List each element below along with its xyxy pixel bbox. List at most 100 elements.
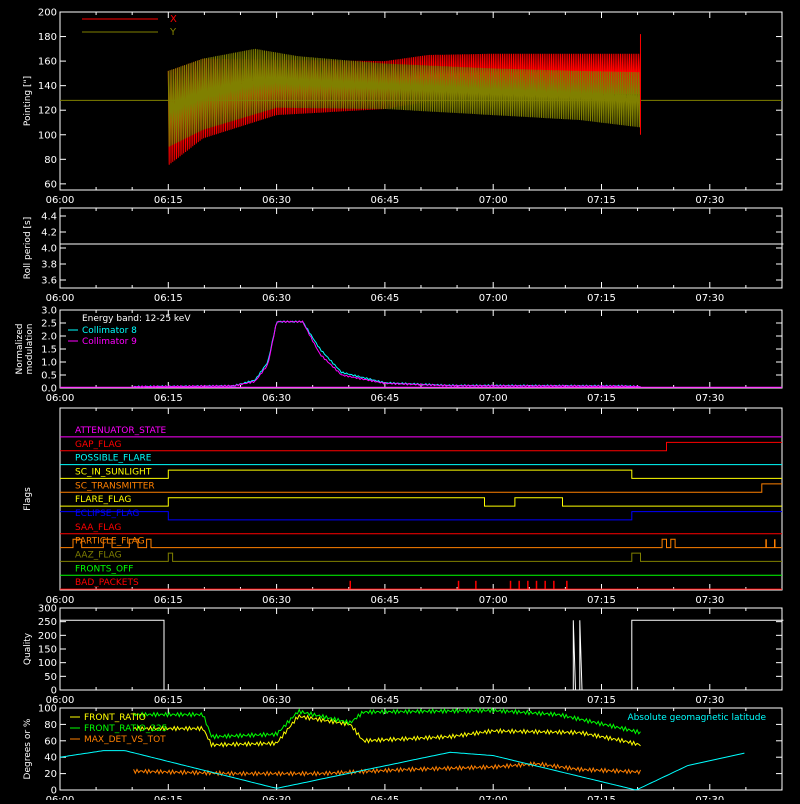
panel-4-ytick-label: 300 <box>38 604 57 615</box>
panel-3-xtick-label: 06:30 <box>262 595 291 606</box>
panel-5-ytick-label: 40 <box>44 753 57 764</box>
flag-label: GAP_FLAG <box>75 440 121 450</box>
panel-1-xtick-label: 07:00 <box>479 293 508 304</box>
legend-label: Collimator 9 <box>82 337 137 347</box>
flag-line <box>60 483 782 493</box>
chart-figure: 06:00 06:15 06:30 06:45 07:00 07:15 07:30 Point… <box>0 0 800 804</box>
panel-1-frame <box>59 207 783 289</box>
panel-3-xtick-label: 07:30 <box>695 595 724 606</box>
panel-5-ytick-label: 0 <box>51 786 57 797</box>
panel-2-ytick-label: 0.5 <box>41 371 57 382</box>
panel-3-ylabel: Flags <box>23 487 33 511</box>
panel-0-xtick-label: 06:45 <box>370 195 399 206</box>
panel-4-ytick-label: 100 <box>38 658 57 669</box>
panel-2-ytick-label: 2.5 <box>41 319 57 330</box>
flag-line <box>60 511 782 521</box>
panel-1-ytick-label: 3.6 <box>41 276 57 287</box>
flag-label: AAZ_FLAG <box>75 551 122 561</box>
panel-3-xtick-label: 07:00 <box>479 595 508 606</box>
panel-2-ytick-label: 3.0 <box>41 306 57 317</box>
flag-label: SAA_FLAG <box>75 523 121 533</box>
panel-4-xtick-label: 07:30 <box>695 695 724 706</box>
panel-2-ylabel: Normalized <box>15 323 25 374</box>
flag-label: SC_IN_SUNLIGHT <box>75 468 152 478</box>
flag-label: BAD_PACKETS <box>75 578 139 588</box>
flag-label: PARTICLE_FLAG <box>75 537 145 547</box>
panel-4-ylabel: Quality <box>23 632 33 665</box>
panel-5-xtick-label: 07:30 <box>695 795 724 800</box>
panel-1-xtick-label: 07:30 <box>695 293 724 304</box>
panel-0-ytick-label: 180 <box>38 32 57 43</box>
panel-2-xtick-label: 06:00 <box>46 393 75 404</box>
panel-0-xtick-label: 07:30 <box>695 195 724 206</box>
panel-0-xtick-label: 06:15 <box>154 195 183 206</box>
flag-label: SC_TRANSMITTER <box>75 481 155 491</box>
legend-label-y: Y <box>169 27 177 38</box>
panel-5-xtick-label: 07:00 <box>479 795 508 800</box>
panel-2-xtick-label: 06:15 <box>154 393 183 404</box>
panel-4-xtick-label: 06:15 <box>154 695 183 706</box>
panel-2-ytick-label: 1.0 <box>41 358 57 369</box>
flag-line <box>60 552 782 562</box>
panel-5-ytick-label: 60 <box>44 736 57 747</box>
panel-4-series-line <box>60 619 784 691</box>
panel-5-ylabel: Degrees or % <box>23 718 33 779</box>
annotation-energy-band: Energy band: 12-25 keV <box>82 314 191 324</box>
panel-5-xtick-label: 06:45 <box>370 795 399 800</box>
panel-5-ytick-label: 100 <box>38 704 57 715</box>
legend-label: FRONT_RATIO_225 <box>84 724 168 734</box>
panel-2-xtick-label: 07:00 <box>479 393 508 404</box>
panel-2-series-line <box>133 320 641 389</box>
panel-1-xtick-label: 07:15 <box>587 293 616 304</box>
panel-0-ylabel: Pointing ["] <box>23 76 33 126</box>
panel-5-xtick-label: 06:15 <box>154 795 183 800</box>
panel-1-xtick-label: 06:00 <box>46 293 75 304</box>
panel-4-ytick-label: 0 <box>51 686 57 697</box>
panel-2-ytick-label: 0.0 <box>41 384 57 395</box>
panel-4-xtick-label: 06:45 <box>370 695 399 706</box>
legend-label: FRONT_RATIO <box>84 713 146 723</box>
panel-4-xtick-label: 07:15 <box>587 695 616 706</box>
panel-1-xtick-label: 06:30 <box>262 293 291 304</box>
panel-0-ytick-label: 200 <box>38 8 57 19</box>
panel-0-xtick-label: 06:00 <box>46 195 75 206</box>
panel-0-ytick-label: 80 <box>44 155 57 166</box>
flag-label: ECLIPSE_FLAG <box>75 509 139 519</box>
panel-0-ytick-label: 60 <box>44 179 57 190</box>
flag-line <box>60 497 782 507</box>
panel-0-xtick-label: 06:30 <box>262 195 291 206</box>
panel-0-ytick-label: 120 <box>38 106 57 117</box>
panel-1-xtick-label: 06:45 <box>370 293 399 304</box>
panel-2-ylabel-2: modulation <box>25 324 35 375</box>
panel-2-ytick-label: 1.5 <box>41 345 57 356</box>
panel-0-ytick-label: 140 <box>38 81 57 92</box>
legend-label-x: X <box>170 14 177 25</box>
panel-5-series-line <box>133 707 641 740</box>
panel-2-ytick-label: 2.0 <box>41 332 57 343</box>
panel-1-ytick-label: 4.0 <box>41 244 57 255</box>
panel-1-ylabel: Roll period [s] <box>23 217 33 279</box>
panel-0-ytick-label: 100 <box>38 130 57 141</box>
panel-0-ytick-label: 160 <box>38 57 57 68</box>
flag-line <box>60 469 782 479</box>
panel-0-xtick-label: 07:00 <box>479 195 508 206</box>
legend-label: Collimator 8 <box>82 326 137 336</box>
panel-1-ytick-label: 3.8 <box>41 260 57 271</box>
flag-label: FLARE_FLAG <box>75 495 131 505</box>
chart-canvas: 06:00 06:15 06:30 06:45 07:00 07:15 07:30 Point… <box>15 8 784 804</box>
panel-0-xtick-label: 07:15 <box>587 195 616 206</box>
panel-2-xtick-label: 07:15 <box>587 393 616 404</box>
panel-5-xtick-label: 07:15 <box>587 795 616 800</box>
panel-5-series-line <box>133 761 641 777</box>
panel-4-xtick-label: 06:30 <box>262 695 291 706</box>
panel-2-xtick-label: 06:45 <box>370 393 399 404</box>
legend-label: MAX_DET_VS_TOT <box>84 735 166 745</box>
panel-2-xtick-label: 06:30 <box>262 393 291 404</box>
panel-3-xtick-label: 07:15 <box>587 595 616 606</box>
flag-line <box>60 538 782 549</box>
panel-1-ytick-label: 4.4 <box>41 212 57 223</box>
panel-3-xtick-label: 06:45 <box>370 595 399 606</box>
panel-4-ytick-label: 250 <box>38 617 57 628</box>
panel-1-ytick-label: 4.2 <box>41 228 57 239</box>
panel-1-xtick-label: 06:15 <box>154 293 183 304</box>
